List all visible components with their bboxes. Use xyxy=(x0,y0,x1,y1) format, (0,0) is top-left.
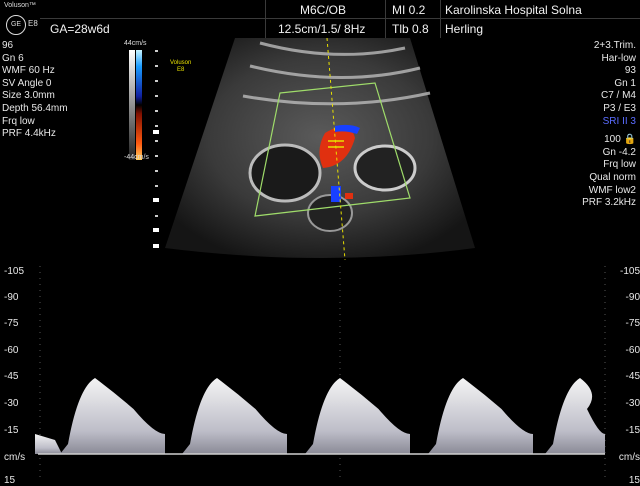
depth-tick xyxy=(155,110,158,112)
velocity-tick-label: -45 xyxy=(625,371,640,382)
header-separator xyxy=(440,0,441,38)
velocity-tick-label: -15 xyxy=(625,425,640,436)
velocity-tick-label: -30 xyxy=(4,398,19,409)
param-line: C7 / M4 xyxy=(600,90,636,102)
sri-setting: SRI II 3 xyxy=(602,115,636,127)
color-scale-top: 44cm/s xyxy=(124,40,147,47)
focus-marker xyxy=(153,244,159,248)
doppler-waveform-partial xyxy=(35,434,62,454)
gestational-age: GA=28w6d xyxy=(50,22,110,36)
bmode-parameters: 2+3.Trim. Har-low 93 Gn 1 C7 / M4 P3 / E… xyxy=(582,40,636,210)
param-line: Qual norm xyxy=(589,171,636,183)
velocity-tick-label: cm/s xyxy=(618,452,640,463)
depth-tick xyxy=(155,125,158,127)
param-line: Har-low xyxy=(601,52,636,64)
depth-tick xyxy=(155,170,158,172)
doppler-parameters: 96 Gn 6 WMF 60 Hz SV Angle 0 Size 3.0mm … xyxy=(2,40,68,141)
color-scale-bottom: -44cm/s xyxy=(124,154,149,161)
doppler-waveform-cycle xyxy=(428,378,533,454)
doppler-waveform-cycle xyxy=(60,378,165,454)
param-line: WMF low2 xyxy=(588,184,636,196)
velocity-tick-label: -105 xyxy=(619,266,640,277)
doppler-waveform-cycle xyxy=(182,378,287,454)
depth-tick xyxy=(155,50,158,52)
velocity-tick-label: cm/s xyxy=(4,452,26,463)
velocity-tick-label: -45 xyxy=(4,371,19,382)
param-line: SV Angle 0 xyxy=(2,77,52,89)
depth-tick xyxy=(155,215,158,217)
doppler-waveform-cycle xyxy=(545,378,605,454)
ge-logo-icon: GE xyxy=(6,15,26,35)
param-line: Gn 1 xyxy=(614,77,636,89)
ge-voluson-logo: Voluson™ GE E8 xyxy=(4,2,40,38)
param-line: P3 / E3 xyxy=(603,102,636,114)
param-line: 2+3.Trim. xyxy=(593,40,636,51)
velocity-scale-left: -105 -90 -75 -60 -45 -30 -15 cm/s 15 xyxy=(4,258,34,486)
depth-tick xyxy=(155,80,158,82)
param-line: Gn -4.2 xyxy=(602,146,636,158)
depth-tick xyxy=(155,95,158,97)
voluson-watermark: Voluson E8 xyxy=(170,60,191,74)
velocity-scale-right: -105 -90 -75 -60 -45 -30 -15 cm/s 15 xyxy=(612,258,640,486)
bmode-color-doppler-image xyxy=(165,38,475,260)
color-gradient xyxy=(129,50,142,160)
spectral-doppler-trace xyxy=(35,266,606,480)
focus-marker xyxy=(153,130,159,134)
param-line: PRF 4.4kHz xyxy=(2,128,56,140)
velocity-tick-label: -90 xyxy=(625,292,640,303)
doppler-waveform-cycle xyxy=(305,378,410,454)
header-separator xyxy=(265,0,266,38)
param-line: 93 xyxy=(624,65,636,77)
depth-params: 12.5cm/1.5/ 8Hz xyxy=(278,22,366,36)
depth-tick xyxy=(155,65,158,67)
probe-preset: M6C/OB xyxy=(300,3,347,17)
model-name: E8 xyxy=(28,19,38,28)
velocity-tick-label: -75 xyxy=(625,318,640,329)
velocity-tick-label: -60 xyxy=(625,345,640,356)
mechanical-index: MI 0.2 xyxy=(392,3,426,17)
depth-tick xyxy=(155,185,158,187)
param-line: Frq low xyxy=(603,159,636,171)
focus-marker xyxy=(153,228,159,232)
param-line: WMF 60 Hz xyxy=(2,65,55,77)
header-divider xyxy=(40,18,640,19)
param-line: 96 xyxy=(2,40,14,51)
param-line: Depth 56.4mm xyxy=(2,102,68,114)
param-line: Size 3.0mm xyxy=(2,90,55,102)
header-bar: Voluson™ GE E8 GA=28w6d M6C/OB 12.5cm/1.… xyxy=(0,0,640,38)
velocity-tick-label: -30 xyxy=(625,398,640,409)
brand-name: Voluson™ xyxy=(4,2,36,9)
depth-tick xyxy=(155,155,158,157)
focus-marker xyxy=(153,198,159,202)
velocity-tick-label: -60 xyxy=(4,345,19,356)
param-line: 100 🔒 xyxy=(604,134,636,146)
velocity-tick-label: -75 xyxy=(4,318,19,329)
velocity-tick-label: -90 xyxy=(4,292,19,303)
thermal-index: Tlb 0.8 xyxy=(392,22,429,36)
velocity-tick-label: 15 xyxy=(4,475,16,486)
param-line: Frq low xyxy=(2,115,35,127)
watermark-line: Voluson xyxy=(170,60,192,66)
velocity-tick-label: -105 xyxy=(4,266,25,277)
param-line: PRF 3.2kHz xyxy=(582,197,636,209)
watermark-line: E8 xyxy=(177,67,185,73)
param-line: Gn 6 xyxy=(2,52,24,64)
depth-tick xyxy=(155,140,158,142)
hospital-name: Karolinska Hospital Solna xyxy=(445,3,582,17)
velocity-tick-label: 15 xyxy=(628,475,640,486)
velocity-tick-label: -15 xyxy=(4,425,19,436)
header-separator xyxy=(385,0,386,38)
operator-name: Herling xyxy=(445,22,484,36)
